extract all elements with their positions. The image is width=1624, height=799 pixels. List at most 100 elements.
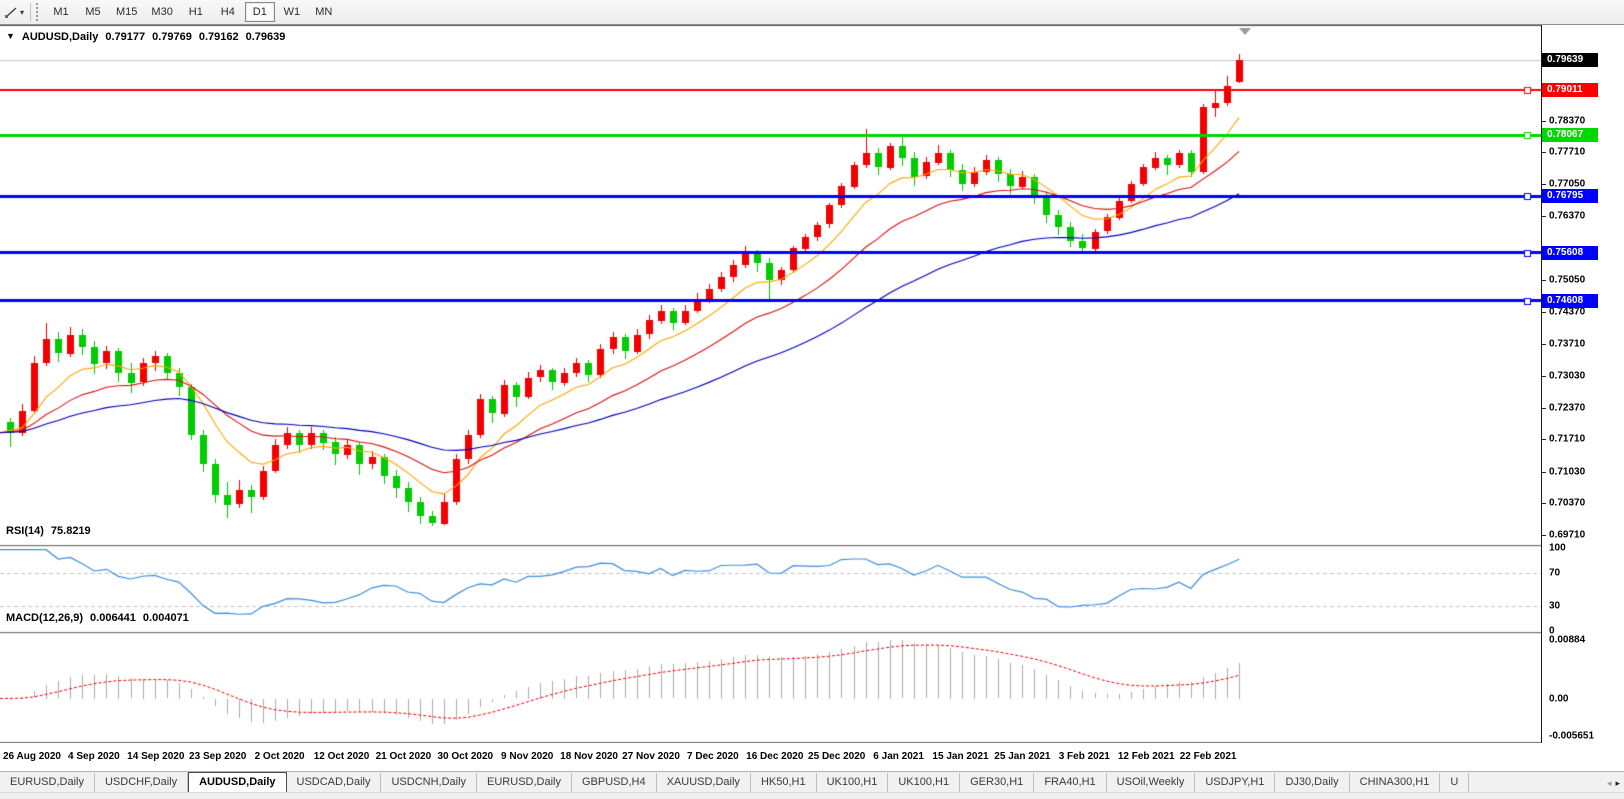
date-label: 25 Jan 2021	[994, 751, 1050, 762]
price-tick-dash	[1542, 312, 1546, 313]
price-tick-dash	[1542, 408, 1546, 409]
symbol-title: AUDUSD,Daily	[22, 31, 98, 43]
date-label: 18 Nov 2020	[560, 751, 618, 762]
date-label: 12 Feb 2021	[1118, 751, 1175, 762]
chart-tab-usoil-weekly[interactable]: USOil,Weekly	[1107, 773, 1196, 792]
triangle-down-icon: ▼	[6, 31, 15, 43]
price-tick-dash	[1542, 535, 1546, 536]
date-label: 30 Oct 2020	[437, 751, 493, 762]
date-label: 25 Dec 2020	[808, 751, 865, 762]
rsi-scale-label: 70	[1549, 567, 1560, 578]
rsi-label: RSI(14)	[6, 525, 44, 537]
chart-tab-xauusd-daily[interactable]: XAUUSD,Daily	[657, 773, 751, 792]
rsi-indicator-label: RSI(14) 75.8219	[6, 525, 91, 537]
price-tick-dash	[1542, 376, 1546, 377]
timeframe-button-m15[interactable]: M15	[110, 2, 143, 22]
price-badge: 0.76795	[1542, 189, 1598, 203]
price-tick-label: 0.76370	[1549, 211, 1585, 222]
chart-area: ▼ AUDUSD,Daily 0.79177 0.79769 0.79162 0…	[0, 25, 1541, 743]
timeframe-button-d1[interactable]: D1	[245, 2, 275, 22]
price-badge: 0.78067	[1542, 128, 1598, 142]
date-label: 4 Sep 2020	[68, 751, 120, 762]
price-tick-label: 0.77710	[1549, 147, 1585, 158]
price-tick-label: 0.78370	[1549, 115, 1585, 126]
date-label: 22 Feb 2021	[1180, 751, 1237, 762]
price-tick-dash	[1542, 184, 1546, 185]
price-badge: 0.75608	[1542, 246, 1598, 260]
chart-tab-fra40-h1[interactable]: FRA40,H1	[1034, 773, 1106, 792]
macd-value: 0.006441	[90, 612, 136, 624]
timeframe-button-h4[interactable]: H4	[213, 2, 243, 22]
timeframe-button-m5[interactable]: M5	[78, 2, 108, 22]
timeframe-button-mn[interactable]: MN	[309, 2, 339, 22]
date-label: 23 Sep 2020	[189, 751, 246, 762]
chart-tab-dj30-daily[interactable]: DJ30,Daily	[1275, 773, 1349, 792]
date-label: 16 Dec 2020	[746, 751, 803, 762]
chart-tab-gbpusd-h4[interactable]: GBPUSD,H4	[572, 773, 657, 792]
date-label: 26 Aug 2020	[3, 751, 61, 762]
price-tick-label: 0.74370	[1549, 307, 1585, 318]
timeframe-button-m30[interactable]: M30	[145, 2, 178, 22]
macd-indicator-label: MACD(12,26,9) 0.006441 0.004071	[6, 612, 189, 624]
price-tick-label: 0.70370	[1549, 498, 1585, 509]
chart-tab-usdcad-daily[interactable]: USDCAD,Daily	[287, 773, 382, 792]
high-value: 0.79769	[152, 31, 192, 43]
chart-tab-uk100-h1[interactable]: UK100,H1	[817, 773, 889, 792]
chart-tab-audusd-daily[interactable]: AUDUSD,Daily	[188, 772, 286, 792]
tab-scroll-right-icon[interactable]: ▸	[1615, 778, 1620, 789]
price-tick-dash	[1542, 280, 1546, 281]
date-label: 21 Oct 2020	[376, 751, 432, 762]
price-tick-dash	[1542, 472, 1546, 473]
low-value: 0.79162	[199, 31, 239, 43]
date-label: 9 Nov 2020	[501, 751, 553, 762]
timeframe-row: M1M5M15M30H1H4D1W1MN	[45, 2, 340, 22]
timeframe-button-w1[interactable]: W1	[277, 2, 307, 22]
app-root: ▾ M1M5M15M30H1H4D1W1MN ▼ AUDUSD,Daily 0.…	[0, 0, 1624, 799]
chart-tab-usdchf-daily[interactable]: USDCHF,Daily	[95, 773, 188, 792]
chart-tab-usdjpy-h1[interactable]: USDJPY,H1	[1195, 773, 1275, 792]
date-label: 7 Dec 2020	[687, 751, 739, 762]
date-label: 3 Feb 2021	[1059, 751, 1110, 762]
tab-bar: EURUSD,DailyUSDCHF,DailyAUDUSD,DailyUSDC…	[0, 771, 1624, 792]
timeframe-button-h1[interactable]: H1	[181, 2, 211, 22]
macd-scale-label: -0.005651	[1549, 731, 1594, 742]
price-tick-dash	[1542, 503, 1546, 504]
rsi-scale-label: 30	[1549, 601, 1560, 612]
rsi-scale-label: 100	[1549, 543, 1566, 554]
price-badge: 0.79639	[1542, 53, 1598, 67]
date-label: 2 Oct 2020	[255, 751, 305, 762]
date-label: 15 Jan 2021	[932, 751, 988, 762]
open-value: 0.79177	[105, 31, 145, 43]
chart-tab-ger30-h1[interactable]: GER30,H1	[960, 773, 1034, 792]
rsi-value: 75.8219	[51, 525, 91, 537]
tool-dropdown-caret-icon[interactable]: ▾	[20, 8, 24, 17]
close-value: 0.79639	[246, 31, 286, 43]
tab-scroll-arrows: ◂▸	[1603, 778, 1624, 792]
chart-tab-china300-h1[interactable]: CHINA300,H1	[1350, 773, 1441, 792]
toolbar-separator	[30, 3, 31, 21]
macd-scale-label: 0.00884	[1549, 635, 1585, 646]
toolbar-grip[interactable]	[36, 3, 41, 21]
price-tick-label: 0.73030	[1549, 371, 1585, 382]
price-tick-label: 0.73710	[1549, 338, 1585, 349]
chart-tab-uk100-h1[interactable]: UK100,H1	[888, 773, 960, 792]
price-tick-label: 0.72370	[1549, 402, 1585, 413]
chart-tab-eurusd-daily[interactable]: EURUSD,Daily	[477, 773, 572, 792]
chart-header: ▼ AUDUSD,Daily 0.79177 0.79769 0.79162 0…	[6, 31, 285, 43]
tab-scroll-left-icon[interactable]: ◂	[1607, 778, 1612, 789]
macd-signal-value: 0.004071	[143, 612, 189, 624]
date-label: 12 Oct 2020	[314, 751, 370, 762]
chart-tab-usdcnh-daily[interactable]: USDCNH,Daily	[381, 773, 477, 792]
chart-tab-eurusd-daily[interactable]: EURUSD,Daily	[0, 773, 95, 792]
price-axis[interactable]: 0.783700.777100.770500.763700.750500.743…	[1541, 25, 1624, 743]
time-axis[interactable]: 26 Aug 20204 Sep 202014 Sep 202023 Sep 2…	[0, 743, 1541, 771]
chart-tab-hk50-h1[interactable]: HK50,H1	[751, 773, 817, 792]
price-tick-dash	[1542, 216, 1546, 217]
price-tick-dash	[1542, 344, 1546, 345]
timeframe-button-m1[interactable]: M1	[46, 2, 76, 22]
chart-tab-u[interactable]: U	[1440, 773, 1469, 792]
chart-canvas[interactable]	[0, 25, 1541, 743]
macd-scale-label: 0.00	[1549, 693, 1568, 704]
line-tool-icon[interactable]	[2, 3, 20, 21]
price-tick-label: 0.69710	[1549, 530, 1585, 541]
